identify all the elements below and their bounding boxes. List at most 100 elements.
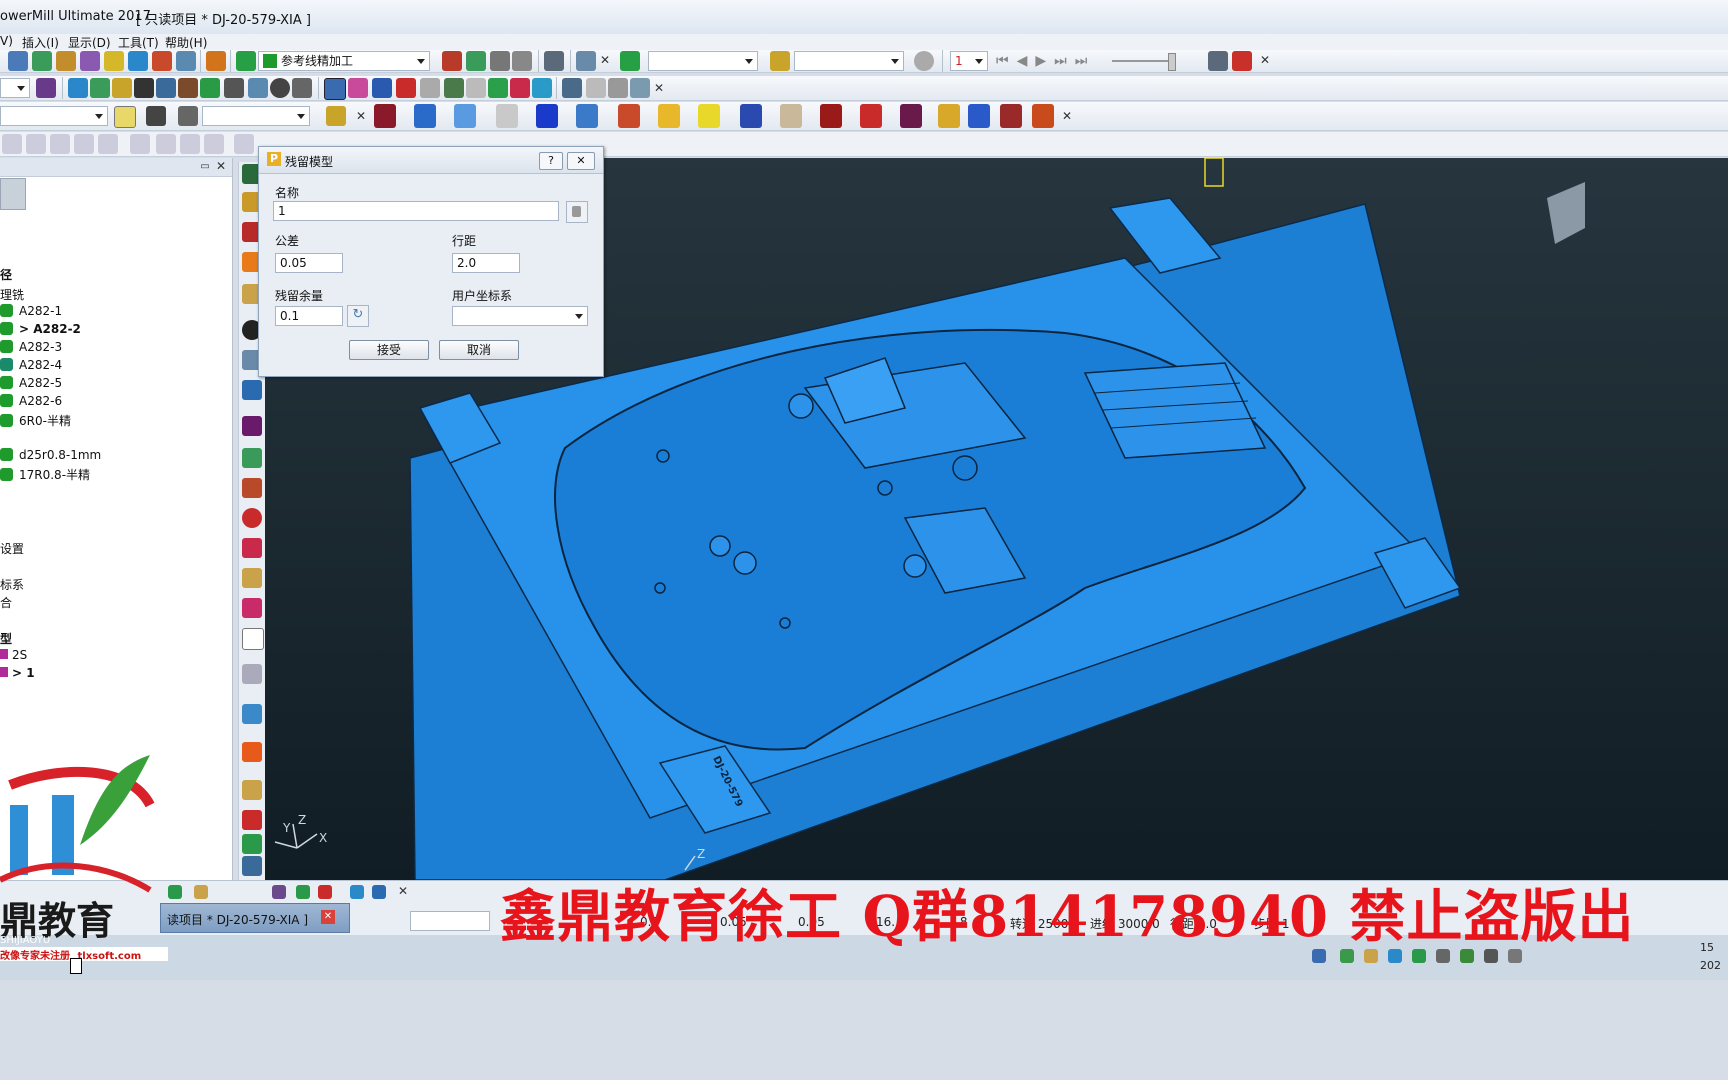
feeds-icon[interactable] <box>176 51 196 71</box>
accept-button[interactable]: 接受 <box>349 340 429 360</box>
toolpath-icon[interactable] <box>128 51 148 71</box>
name-input[interactable]: 1 <box>273 201 559 221</box>
status-icon[interactable] <box>350 885 364 899</box>
close-button[interactable]: ✕ <box>567 152 595 170</box>
tree-node-toolpath[interactable]: A282-5 <box>0 376 62 390</box>
plugin-icon-13[interactable] <box>860 104 882 128</box>
lock-button[interactable] <box>566 201 588 223</box>
tree-node-toolpath[interactable]: A282-1 <box>0 304 62 318</box>
help-button[interactable]: ? <box>539 152 563 170</box>
strategy-combo[interactable]: 参考线精加工 <box>258 51 430 71</box>
strategy-icon[interactable] <box>236 51 256 71</box>
status-icon[interactable] <box>318 885 332 899</box>
tree-node-toolpath[interactable]: 6R0-半精 <box>0 412 71 429</box>
playback-controls[interactable]: ⏮◀▶⏭⏭ <box>996 53 1095 69</box>
close-icon[interactable]: ✕ <box>1258 54 1272 68</box>
plugin-icon-18[interactable] <box>1032 104 1054 128</box>
plugin-icon-9[interactable] <box>698 104 720 128</box>
workplane-combo[interactable] <box>0 106 108 126</box>
rotate-icon[interactable] <box>134 78 154 98</box>
strip-icon[interactable] <box>242 538 262 558</box>
stock-combo[interactable] <box>202 106 310 126</box>
cutter-icon[interactable] <box>770 51 790 71</box>
plugin-icon-8[interactable] <box>658 104 680 128</box>
slider-handle[interactable] <box>1168 53 1176 71</box>
tree-node-toolpaths[interactable]: 径 <box>0 266 12 283</box>
plugin-icon-11[interactable] <box>780 104 802 128</box>
status-icon[interactable] <box>272 885 286 899</box>
menu-display[interactable]: 显示(D) <box>68 34 111 51</box>
verify-icon[interactable] <box>206 51 226 71</box>
strip-icon[interactable] <box>242 448 262 468</box>
move-icon[interactable] <box>544 51 564 71</box>
tree-node-group[interactable]: 理铣 <box>0 286 24 303</box>
status-icon[interactable] <box>296 885 310 899</box>
tool-number-combo[interactable]: 1 <box>950 51 988 71</box>
plugin-icon-16[interactable] <box>968 104 990 128</box>
measure-icon[interactable] <box>562 78 582 98</box>
block-icon[interactable] <box>8 51 28 71</box>
plugin-icon-6[interactable] <box>576 104 598 128</box>
light-icon[interactable] <box>914 51 934 71</box>
pattern-icon[interactable] <box>80 51 100 71</box>
group-icon[interactable] <box>200 78 220 98</box>
menu-view[interactable]: V) <box>0 34 13 48</box>
layer-icon[interactable] <box>620 51 640 71</box>
pin-icon[interactable] <box>586 78 606 98</box>
cross-icon[interactable] <box>292 78 312 98</box>
lines-icon[interactable] <box>372 78 392 98</box>
axis-icon[interactable] <box>444 78 464 98</box>
layer-combo[interactable] <box>648 51 758 71</box>
strip-icon[interactable] <box>242 416 262 436</box>
strip-icon[interactable] <box>242 704 262 724</box>
tree-node-toolpath[interactable]: A282-4 <box>0 358 62 372</box>
tree-node-workplanes[interactable]: 标系 <box>0 576 24 593</box>
shade-icon[interactable] <box>36 78 56 98</box>
tree-node-stock-model-active[interactable]: > 1 <box>0 666 35 680</box>
strip-icon[interactable] <box>242 742 262 762</box>
mesh-icon[interactable] <box>466 78 486 98</box>
hat-icon[interactable] <box>532 78 552 98</box>
tree-node-toolpath[interactable]: A282-3 <box>0 340 62 354</box>
plugin-icon-12[interactable] <box>820 104 842 128</box>
window-icon[interactable] <box>1208 51 1228 71</box>
close-icon[interactable]: ✕ <box>396 885 410 899</box>
strip-icon[interactable] <box>242 568 262 588</box>
stock-icon[interactable] <box>178 106 198 126</box>
node-icon[interactable] <box>396 78 416 98</box>
prism-icon[interactable] <box>510 78 530 98</box>
feature-icon[interactable] <box>104 51 124 71</box>
tree-node-toolpath[interactable]: 17R0.8-半精 <box>0 466 90 483</box>
surface-icon[interactable] <box>156 78 176 98</box>
tree-node-stock-model[interactable]: 2S <box>0 648 27 662</box>
close-icon[interactable]: ✕ <box>598 54 612 68</box>
strip-icon[interactable] <box>242 380 262 400</box>
print-icon[interactable] <box>146 106 166 126</box>
tree-node-settings[interactable]: 设置 <box>0 540 24 557</box>
output-icon[interactable] <box>1232 51 1252 71</box>
strip-icon[interactable] <box>242 508 262 528</box>
tree-node-toolpath[interactable]: A282-6 <box>0 394 62 408</box>
menu-help[interactable]: 帮助(H) <box>165 34 207 51</box>
copy-icon[interactable] <box>248 78 268 98</box>
plugin-icon-7[interactable] <box>618 104 640 128</box>
wand-icon[interactable] <box>326 106 346 126</box>
plugin-icon-15[interactable] <box>938 104 960 128</box>
workplane-select[interactable] <box>452 306 588 326</box>
plugin-icon-2[interactable] <box>414 104 436 128</box>
strip-icon[interactable] <box>242 810 262 830</box>
plugin-icon-4[interactable] <box>496 104 518 128</box>
strip-icon[interactable] <box>242 834 262 854</box>
status-icon[interactable] <box>372 885 386 899</box>
table-icon[interactable] <box>224 78 244 98</box>
curve-icon[interactable] <box>112 78 132 98</box>
plugin-icon-1[interactable] <box>374 104 396 128</box>
plugin-icon-17[interactable] <box>1000 104 1022 128</box>
magnet-icon[interactable] <box>608 78 628 98</box>
calc-icon[interactable] <box>442 51 462 71</box>
thickness-input[interactable]: 0.1 <box>275 306 343 326</box>
status-icon[interactable] <box>194 885 208 899</box>
project-tab[interactable]: 读项目 * DJ-20-579-XIA ] ✕ <box>160 903 350 933</box>
explorer-tab[interactable] <box>0 178 26 210</box>
close-icon[interactable]: ✕ <box>354 110 368 124</box>
